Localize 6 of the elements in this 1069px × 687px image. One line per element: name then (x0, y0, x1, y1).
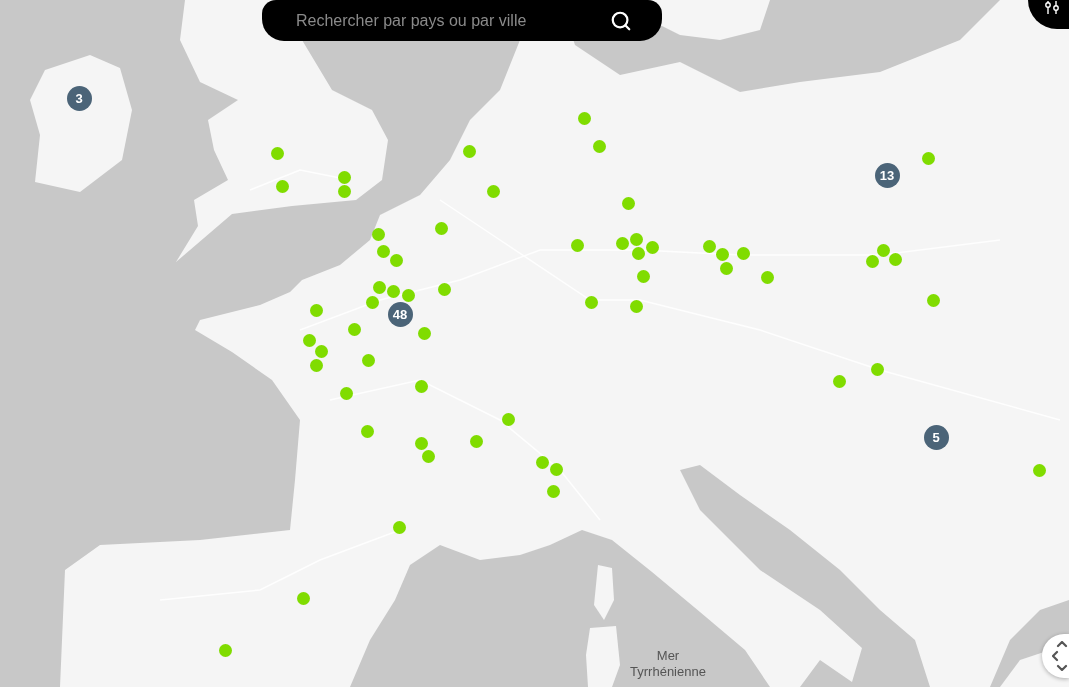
search-field[interactable]: Rechercher par pays ou par ville (262, 0, 662, 41)
search-icon[interactable] (610, 9, 632, 32)
sliders-icon (1043, 1, 1060, 14)
chevrons-icon (1052, 641, 1068, 671)
search-input[interactable]: Rechercher par pays ou par ville (296, 8, 598, 33)
sea-label: Mer Tyrrhénienne (629, 648, 707, 680)
